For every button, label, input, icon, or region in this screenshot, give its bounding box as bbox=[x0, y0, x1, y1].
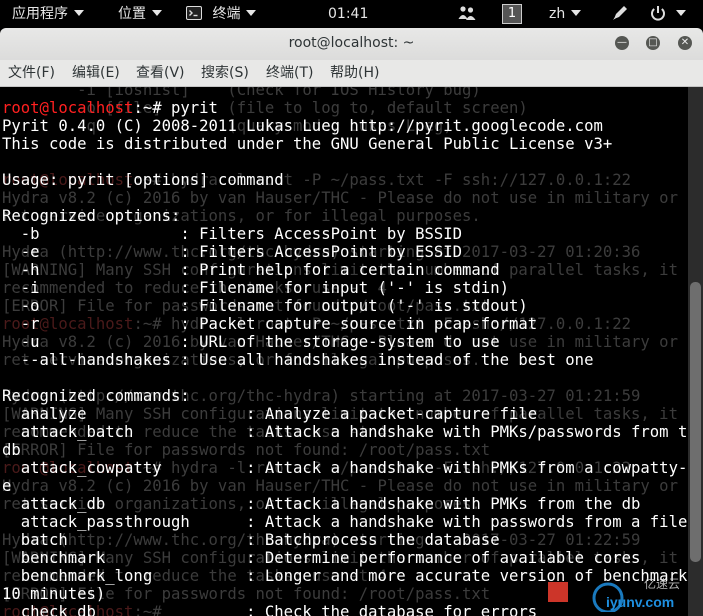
terminal-icon bbox=[186, 6, 202, 20]
terminal-line: -r : Packet capture source in pcap-forma… bbox=[2, 315, 538, 333]
menu-search[interactable]: 搜索(S) bbox=[201, 60, 249, 86]
input-method-menu[interactable]: zh bbox=[549, 0, 582, 28]
minimize-icon: — bbox=[617, 37, 627, 48]
system-menu[interactable] bbox=[650, 0, 687, 28]
applications-menu-label: 应用程序 bbox=[12, 6, 68, 22]
close-button[interactable]: ✕ bbox=[678, 36, 692, 50]
terminal-line: -e : Filters AccessPoint by ESSID bbox=[2, 243, 463, 261]
terminal-line: attack_db : Attack a handshake with PMKs… bbox=[2, 495, 641, 513]
applications-menu[interactable]: 应用程序 bbox=[12, 0, 84, 28]
maximize-button[interactable]: □ bbox=[646, 36, 660, 50]
maximize-icon: □ bbox=[648, 37, 658, 48]
workspace-number: 1 bbox=[502, 4, 522, 24]
clock-time: 01:41 bbox=[328, 6, 369, 22]
language-label: zh bbox=[549, 6, 566, 22]
ghost-line: Hydra v8.2 (c) 2016 by van Hauser/THC - … bbox=[2, 189, 688, 207]
terminal-line: attack_batch : Attack a handshake with P… bbox=[2, 423, 688, 441]
chevron-down-icon bbox=[571, 10, 582, 16]
terminal-line: check_db : Check the database for errors bbox=[2, 603, 538, 616]
menu-file[interactable]: 文件(F) bbox=[8, 60, 55, 86]
watermark-logo: iyunv.com 亿速云 bbox=[548, 576, 680, 612]
accessibility-menu[interactable] bbox=[458, 0, 476, 28]
chevron-down-icon bbox=[74, 10, 84, 16]
menu-view[interactable]: 查看(V) bbox=[136, 60, 185, 86]
chevron-down-icon bbox=[676, 10, 687, 16]
top-bar: 应用程序 位置 终端 01:41 1 zh bbox=[0, 0, 703, 28]
terminal-line: db bbox=[2, 441, 21, 459]
chevron-down-icon bbox=[152, 10, 162, 16]
ghost-line: Hydra v8.2 (c) 2016 by van Hauser/THC - … bbox=[2, 477, 688, 495]
prompt-line: root@localhost:~# pyrit bbox=[2, 99, 218, 117]
terminal-line: -h : Print help for a certain command bbox=[2, 261, 500, 279]
terminal-window: root@localhost: ~ — □ ✕ 文件(F) 编辑(E) 查看(V… bbox=[0, 28, 703, 616]
terminal-line: -o : Filename for output ('-' is stdout) bbox=[2, 297, 528, 315]
people-icon bbox=[458, 6, 476, 20]
power-icon bbox=[651, 6, 665, 21]
terminal-line: analyze : Analyze a packet-capture file bbox=[2, 405, 538, 423]
terminal-line: This code is distributed under the GNU G… bbox=[2, 135, 613, 153]
terminal-line: -b : Filters AccessPoint by BSSID bbox=[2, 225, 463, 243]
terminal-line: attack_passthrough : Attack a handshake … bbox=[2, 513, 688, 531]
terminal-line: Recognized options: bbox=[2, 207, 181, 225]
watermark-site: iyunv.com bbox=[606, 594, 674, 610]
scrollbar-thumb[interactable] bbox=[690, 282, 701, 562]
terminal-line: batch : Batchprocess the database bbox=[2, 531, 500, 549]
minimize-button[interactable]: — bbox=[615, 36, 629, 50]
screenshot-tool[interactable] bbox=[611, 0, 629, 28]
terminal-line: -i : Filename for input ('-' is stdin) bbox=[2, 279, 509, 297]
watermark-brand: 亿速云 bbox=[644, 576, 680, 591]
terminal-line: e bbox=[2, 477, 12, 495]
pen-icon bbox=[613, 6, 627, 20]
terminal-line: --all-handshakes : Use all handshakes in… bbox=[2, 351, 594, 369]
terminal-line: Usage: pyrit [options] command bbox=[2, 171, 284, 189]
close-icon: ✕ bbox=[680, 37, 690, 48]
clock[interactable]: 01:41 bbox=[328, 0, 368, 28]
terminal-line: Recognized commands: bbox=[2, 387, 190, 405]
ghost-line: [ERROR] File for passwords not found: /r… bbox=[2, 441, 491, 459]
chevron-down-icon bbox=[246, 10, 257, 16]
terminal-output[interactable]: -i [ioshist] (Check for IOS History bug)… bbox=[0, 87, 688, 616]
menu-bar: 文件(F) 编辑(E) 查看(V) 搜索(S) 终端(T) 帮助(H) bbox=[0, 60, 703, 87]
active-app-menu[interactable]: 终端 bbox=[186, 0, 257, 28]
menu-help[interactable]: 帮助(H) bbox=[330, 60, 379, 86]
prompt-user-host: root@localhost bbox=[2, 99, 134, 117]
terminal-line: Pyrit 0.4.0 (C) 2008-2011 Lukas Lueg htt… bbox=[2, 117, 603, 135]
prompt-suffix: :~# bbox=[133, 99, 171, 117]
menu-terminal[interactable]: 终端(T) bbox=[266, 60, 313, 86]
window-title: root@localhost: ~ bbox=[288, 35, 415, 51]
menu-edit[interactable]: 编辑(E) bbox=[72, 60, 120, 86]
prompt-command: pyrit bbox=[171, 99, 218, 117]
workspace-indicator[interactable]: 1 bbox=[502, 0, 522, 28]
places-menu[interactable]: 位置 bbox=[118, 0, 162, 28]
terminal-line: -u : URL of the storage-system to use bbox=[2, 333, 500, 351]
terminal-line: 10 minutes) bbox=[2, 585, 106, 603]
places-menu-label: 位置 bbox=[118, 6, 146, 22]
terminal-line: attack_cowpatty : Attack a handshake wit… bbox=[2, 459, 688, 477]
active-app-label: 终端 bbox=[212, 6, 241, 22]
title-bar[interactable]: root@localhost: ~ — □ ✕ bbox=[0, 28, 703, 60]
ghost-line: -i [ioshist] (Check for IOS History bug) bbox=[2, 87, 481, 99]
terminal-line: benchmark : Determine performance of ava… bbox=[2, 549, 641, 567]
scrollbar[interactable] bbox=[688, 87, 703, 616]
